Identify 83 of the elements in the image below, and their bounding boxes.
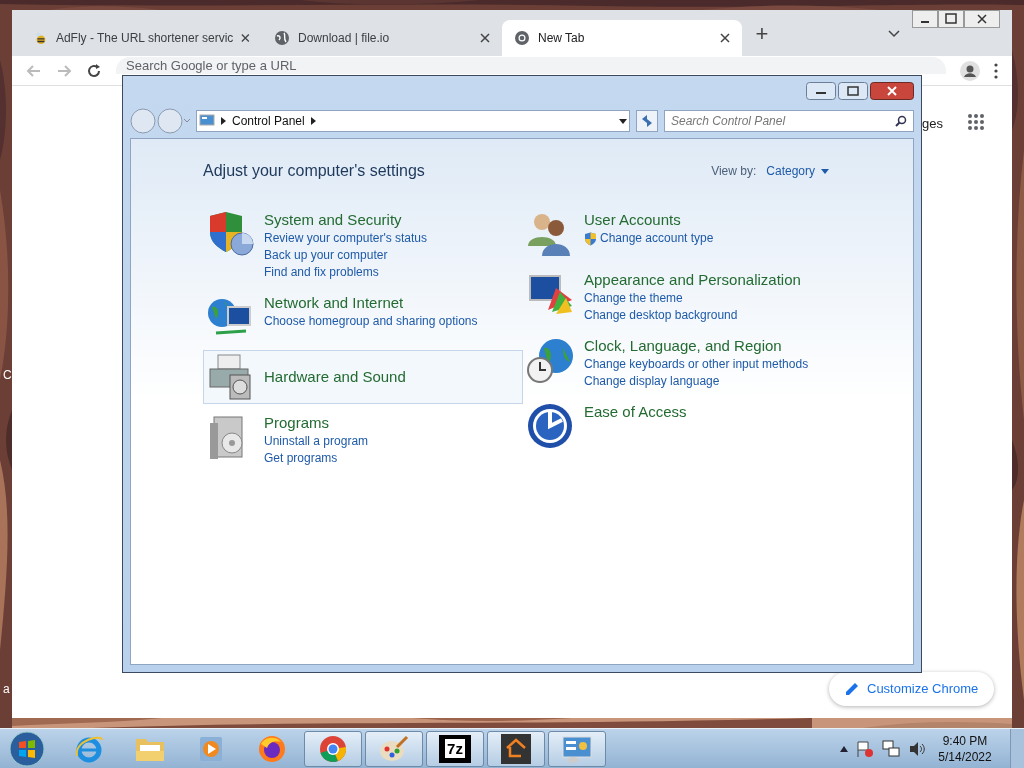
taskbar-button[interactable]: [487, 730, 545, 767]
show-desktop-button[interactable]: [1010, 728, 1024, 768]
flag-warning-icon[interactable]: [856, 739, 874, 758]
category-item[interactable]: System and Security Review your computer's status Back up your computer Find and fix problems: [203, 207, 523, 284]
clock[interactable]: 9:40 PM 5/14/2022: [930, 732, 1000, 765]
caret-icon[interactable]: [888, 30, 900, 38]
address-bar[interactable]: Control Panel: [196, 110, 630, 132]
category-title[interactable]: System and Security: [264, 210, 428, 230]
show-hidden-icons-icon[interactable]: [840, 745, 848, 752]
new-tab-button[interactable]: +: [748, 20, 776, 48]
archiver-logo: 7z: [439, 734, 471, 763]
category-title[interactable]: User Accounts: [584, 210, 714, 230]
maximize-icon[interactable]: [938, 10, 964, 28]
globe-clock-icon: [526, 336, 574, 384]
chrome-icon: [514, 30, 530, 46]
chevron-icon[interactable]: [310, 117, 316, 125]
task-link[interactable]: Change account type: [584, 230, 714, 247]
start-button[interactable]: [8, 729, 46, 768]
category-title[interactable]: Clock, Language, and Region: [584, 336, 809, 356]
browser-tab[interactable]: New Tab: [502, 20, 742, 56]
task-link[interactable]: Change the theme: [584, 290, 801, 307]
close-icon[interactable]: [480, 33, 490, 43]
customize-chrome-button[interactable]: Customize Chrome: [829, 672, 995, 706]
close-icon[interactable]: [870, 82, 914, 100]
search-field[interactable]: Search Control Panel: [664, 110, 914, 132]
category-title[interactable]: Network and Internet: [264, 293, 478, 313]
task-link[interactable]: Back up your computer: [264, 247, 428, 264]
minimize-icon[interactable]: [806, 82, 836, 100]
category-title[interactable]: Appearance and Personalization: [584, 270, 801, 290]
dropdown-arrow-icon[interactable]: [619, 118, 627, 124]
category-item[interactable]: Ease of Access: [523, 399, 829, 453]
task-link[interactable]: Uninstall a program: [264, 433, 369, 450]
category-item[interactable]: Programs Uninstall a program Get programs: [203, 410, 523, 470]
accessibility-icon: [526, 402, 574, 450]
category-item[interactable]: Clock, Language, and Region Change keyboards or other input methods Change display language: [523, 333, 829, 393]
pencil-icon: [845, 682, 859, 696]
chrome-icon: [318, 733, 348, 764]
refresh-icon[interactable]: [636, 110, 658, 132]
close-icon[interactable]: [964, 10, 1000, 28]
search-icon: [895, 115, 907, 127]
chevron-icon[interactable]: [221, 117, 226, 125]
address-bar[interactable]: Search Google or type a URL: [116, 57, 946, 74]
control-panel-icon: [561, 734, 593, 763]
media-player-icon: [198, 734, 224, 763]
close-icon[interactable]: [720, 33, 730, 43]
printer-icon: [206, 353, 254, 401]
browser-tab[interactable]: AdFly - The URL shortener servic: [22, 20, 262, 56]
task-link[interactable]: Get programs: [264, 450, 369, 467]
task-link[interactable]: Find and fix problems: [264, 264, 428, 281]
task-link[interactable]: Review your computer's status: [264, 230, 428, 247]
reload-icon[interactable]: [86, 62, 102, 79]
category-item[interactable]: Network and Internet Choose homegroup and sharing options: [203, 290, 523, 344]
category-title[interactable]: Hardware and Sound: [264, 367, 406, 387]
uac-shield-icon: [584, 231, 597, 246]
category-item[interactable]: Appearance and Personalization Change the theme Change desktop background: [523, 267, 829, 327]
globe-icon: [274, 30, 290, 46]
category-title[interactable]: Ease of Access: [584, 402, 687, 422]
category-item[interactable]: User Accounts Change account type: [523, 207, 829, 261]
apps-icon[interactable]: [967, 113, 985, 131]
caret-icon: [821, 168, 829, 174]
task-link[interactable]: Choose homegroup and sharing options: [264, 313, 478, 330]
maximize-icon[interactable]: [838, 82, 868, 100]
bee-icon: [34, 30, 48, 46]
task-link[interactable]: Change keyboards or other input methods: [584, 356, 809, 373]
more-icon[interactable]: [994, 62, 998, 79]
firefox-icon: [257, 733, 287, 764]
taskbar-button[interactable]: 7z: [426, 730, 484, 767]
profile-icon[interactable]: [960, 60, 980, 81]
page-heading: Adjust your computer's settings: [203, 161, 425, 181]
view-by-label: View by:: [711, 163, 757, 180]
minimize-icon[interactable]: [912, 10, 938, 28]
images-link[interactable]: ges: [922, 114, 943, 134]
close-icon[interactable]: [241, 33, 250, 43]
category-item[interactable]: Hardware and Sound: [203, 350, 523, 404]
task-link[interactable]: Change display language: [584, 373, 809, 390]
view-by-dropdown[interactable]: Category: [766, 162, 829, 180]
paint-palette-icon: [379, 734, 409, 763]
category-title[interactable]: Programs: [264, 413, 369, 433]
task-link[interactable]: Change desktop background: [584, 307, 801, 324]
house-icon: [501, 733, 531, 764]
browser-tab[interactable]: Download | file.io: [262, 20, 502, 56]
network-icon[interactable]: [882, 739, 900, 758]
control-panel-icon: [199, 114, 215, 128]
